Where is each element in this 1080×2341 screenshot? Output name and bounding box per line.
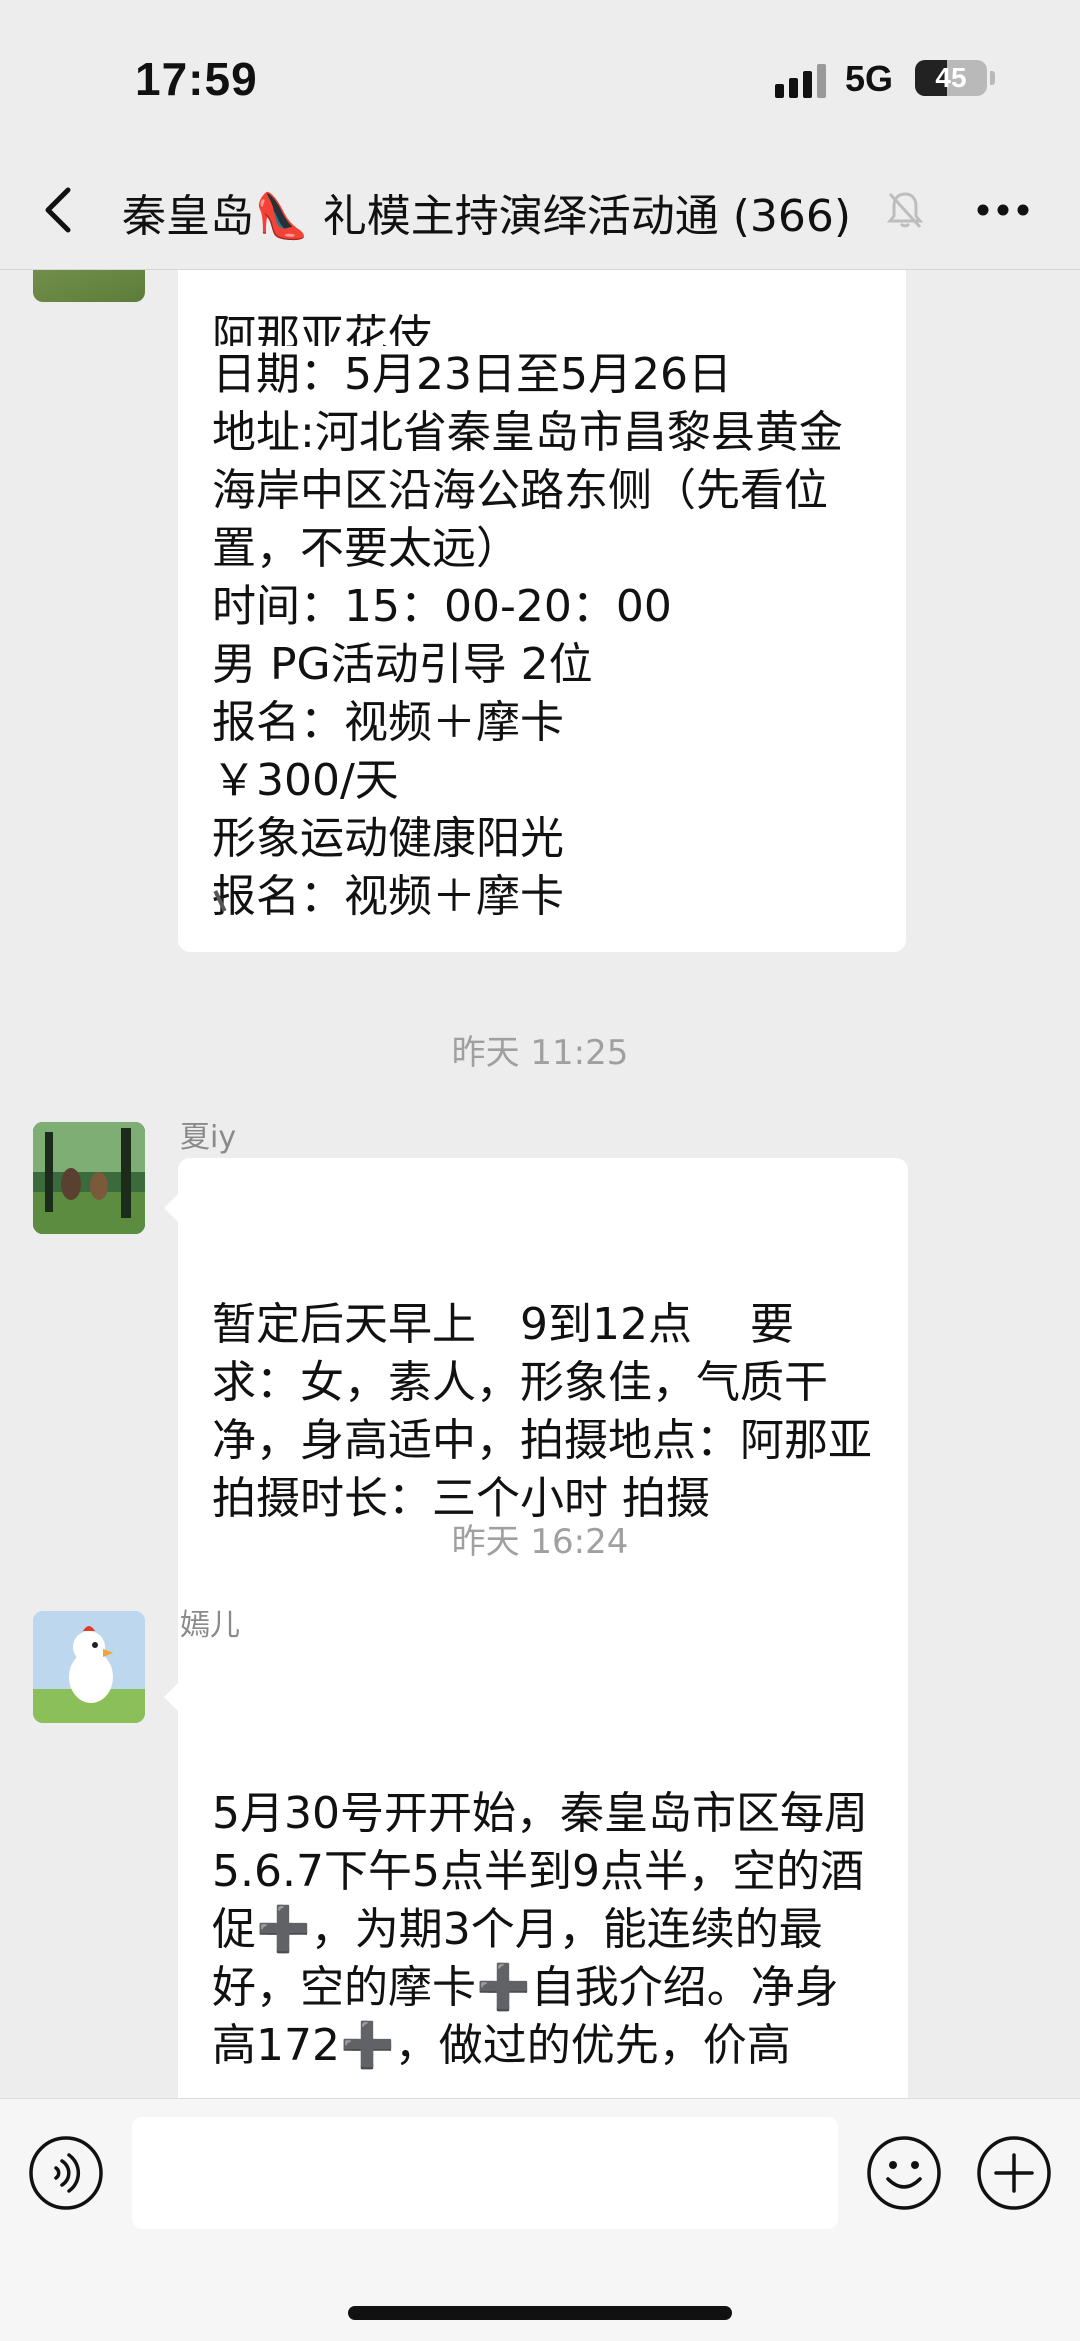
message-bubble[interactable]: 阿那亚花伎 日期：5月23日至5月26日 地址:河北省秦皇岛市昌黎县黄金海岸中区沿…	[178, 270, 906, 952]
more-icon[interactable]	[975, 202, 1031, 218]
signal-icon	[775, 64, 826, 98]
avatar[interactable]	[33, 270, 145, 302]
message-list[interactable]: 阿那亚花伎 日期：5月23日至5月26日 地址:河北省秦皇岛市昌黎县黄金海岸中区沿…	[0, 270, 1080, 2098]
battery-icon: 45	[915, 60, 987, 96]
home-indicator[interactable]	[348, 2306, 732, 2320]
status-time: 17:59	[135, 53, 258, 105]
avatar-image	[33, 1122, 145, 1234]
emoji-icon[interactable]	[866, 2135, 942, 2211]
back-icon[interactable]	[38, 182, 82, 238]
message-text: 日期：5月23日至5月26日 地址:河北省秦皇岛市昌黎县黄金海岸中区沿海公路东侧…	[212, 349, 843, 922]
message-bubble[interactable]: 暂定后天早上 9到12点 要求：女，素人，形象佳，气质干净，身高适中，拍摄地点：…	[164, 1158, 908, 1666]
input-bar	[0, 2098, 1080, 2341]
battery-tip	[990, 71, 995, 85]
message-bubble[interactable]: 5月30号开开始，秦皇岛市区每周5.6.7下午5点半到9点半，空的酒促➕，为期3…	[164, 1647, 908, 2098]
mute-icon	[886, 192, 924, 229]
chat-header: 秦皇岛👠 礼模主持演绎活动通 (366)	[0, 150, 1080, 270]
sender-name: 夏iy	[180, 1120, 237, 1155]
message-text: 5月30号开开始，秦皇岛市区每周5.6.7下午5点半到9点半，空的酒促➕，为期3…	[212, 1788, 868, 2071]
avatar[interactable]	[33, 1611, 145, 1723]
plus-icon[interactable]	[976, 2135, 1052, 2211]
timestamp: 昨天 11:25	[451, 1033, 629, 1073]
avatar-image	[33, 1611, 145, 1723]
battery-level: 45	[935, 62, 967, 93]
voice-icon[interactable]	[28, 2135, 104, 2211]
chat-title[interactable]: 秦皇岛👠 礼模主持演绎活动通 (366)	[122, 180, 882, 244]
message-text: 暂定后天早上 9到12点 要求：女，素人，形象佳，气质干净，身高适中，拍摄地点：…	[212, 1299, 886, 1524]
message-partial-line: 阿那亚花伎	[212, 311, 432, 346]
sender-name: 嫣儿	[180, 1608, 240, 1643]
timestamp: 昨天 16:24	[451, 1522, 629, 1562]
network-label: 5G	[845, 58, 894, 99]
avatar[interactable]	[33, 1122, 145, 1234]
status-bar: 17:59 5G 45	[0, 0, 1080, 150]
message-input[interactable]	[132, 2117, 838, 2229]
